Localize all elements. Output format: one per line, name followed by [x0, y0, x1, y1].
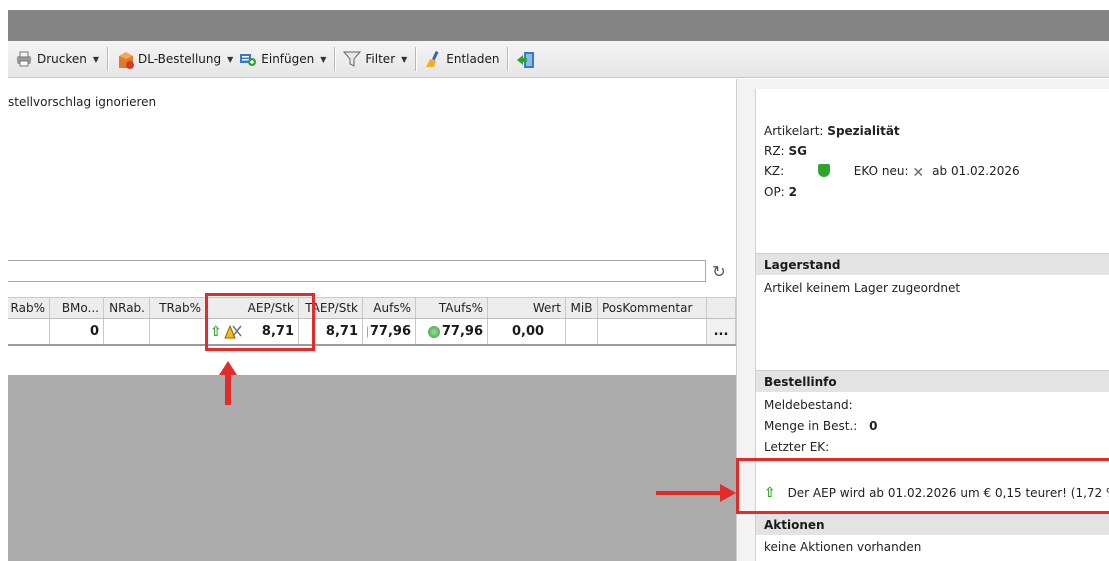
menge-label: Menge in Best.:	[764, 419, 858, 433]
cell-nrab[interactable]	[104, 319, 150, 344]
col-header-trab[interactable]: TRab%	[150, 298, 206, 318]
cell-wert[interactable]: 0,00	[488, 319, 566, 344]
rz-line: RZ: SG	[764, 144, 807, 158]
filter-button[interactable]: Filter ▼	[340, 45, 410, 73]
kz-label: KZ:	[764, 164, 785, 178]
taufs-value: 77,96	[441, 324, 483, 339]
empty-list-area	[8, 375, 736, 561]
dl-order-label: DL-Bestellung	[138, 52, 222, 66]
artikelart-line: Artikelart: Spezialität	[764, 124, 900, 138]
col-header-nrab[interactable]: NRab.	[104, 298, 150, 318]
exit-icon	[516, 50, 535, 68]
eko-label: EKO neu:	[853, 164, 909, 178]
col-header-poskommentar[interactable]: PosKommentar	[598, 298, 707, 318]
insert-label: Einfügen	[261, 52, 315, 66]
toolbar-separator	[415, 47, 417, 71]
col-header-mib[interactable]: MiB	[566, 298, 598, 318]
red-arrow-right-icon	[656, 484, 736, 502]
op-line: OP: 2	[764, 185, 797, 199]
unload-button[interactable]: Entladen	[421, 45, 502, 73]
rz-label: RZ:	[764, 144, 785, 158]
col-header-taufs[interactable]: TAufs%	[416, 298, 488, 318]
toolbar: Drucken ▼ DL-Bestellung ▼ Einfügen ▼ Fil…	[8, 41, 1109, 78]
box-icon	[116, 50, 135, 69]
print-label: Drucken	[37, 52, 87, 66]
insert-icon	[239, 50, 257, 68]
chevron-down-icon[interactable]: ▼	[93, 55, 99, 64]
col-header-rab[interactable]: Rab%	[8, 298, 50, 318]
artikelart-label: Artikelart:	[764, 124, 824, 138]
cell-kommentar[interactable]	[598, 319, 707, 344]
cell-taufs[interactable]: 77,96	[416, 319, 488, 344]
shield-icon	[817, 164, 830, 177]
eko-cross-icon: ✕	[912, 165, 925, 181]
bestellinfo-header: Bestellinfo	[756, 370, 1109, 392]
meldebestand-label: Meldebestand:	[764, 398, 853, 412]
funnel-icon	[343, 50, 362, 68]
window-edge	[0, 0, 8, 561]
chevron-down-icon[interactable]: ▼	[227, 55, 233, 64]
filter-label: Filter	[365, 52, 396, 66]
chevron-down-icon[interactable]: ▼	[320, 55, 326, 64]
chevron-down-icon[interactable]: ▼	[401, 55, 407, 64]
toolbar-separator	[507, 47, 509, 71]
lagerstand-header: Lagerstand	[756, 253, 1109, 275]
ignore-order-proposal-label[interactable]: stellvorschlag ignorieren	[8, 95, 156, 109]
toolbar-separator	[107, 47, 109, 71]
artikelart-value: Spezialität	[827, 124, 900, 138]
col-header-aufs[interactable]: Aufs%	[363, 298, 416, 318]
cell-rab[interactable]	[8, 319, 50, 344]
exit-button[interactable]	[513, 45, 541, 73]
reset-icon[interactable]: ↻	[708, 261, 730, 283]
search-input[interactable]	[8, 260, 706, 282]
toolbar-separator	[334, 47, 336, 71]
col-header-wert[interactable]: Wert	[488, 298, 566, 318]
op-value: 2	[788, 185, 797, 199]
letzter-ek-label: Letzter EK:	[764, 440, 830, 454]
status-ok-icon	[427, 325, 440, 338]
status-ok-icon	[367, 325, 368, 338]
lagerstand-text: Artikel keinem Lager zugeordnet	[764, 281, 961, 295]
cell-aufs[interactable]: 77,96	[363, 319, 416, 344]
menge-line: Menge in Best.: 0	[764, 419, 878, 433]
rz-value: SG	[788, 144, 807, 158]
insert-button[interactable]: Einfügen ▼	[236, 45, 329, 73]
grid-header: Rab% BMo... NRab. TRab% AEP/Stk TAEP/Stk…	[8, 297, 736, 319]
col-header-bmo[interactable]: BMo...	[50, 298, 104, 318]
highlight-box-aep	[205, 293, 315, 351]
aufs-value: 77,96	[369, 324, 411, 339]
highlight-box-price-notice	[736, 458, 1109, 514]
menge-value: 0	[869, 419, 878, 433]
op-label: OP:	[764, 185, 785, 199]
red-arrow-up-icon	[219, 361, 237, 405]
cell-bmo[interactable]: 0	[50, 319, 104, 344]
aktionen-header: Aktionen	[756, 513, 1109, 535]
cell-mib[interactable]	[566, 319, 598, 344]
table-row[interactable]: 0 ⇧ 8,71 8,71 77,96 77,96 0,00 ...	[8, 319, 736, 346]
printer-icon	[15, 50, 33, 68]
dl-order-button[interactable]: DL-Bestellung ▼	[113, 45, 236, 73]
cell-more-button[interactable]: ...	[707, 319, 736, 344]
aktionen-text: keine Aktionen vorhanden	[764, 540, 922, 554]
unload-label: Entladen	[446, 52, 500, 66]
col-header-more[interactable]	[707, 298, 736, 318]
grid-empty-space	[8, 346, 736, 375]
cell-trab[interactable]	[150, 319, 206, 344]
print-button[interactable]: Drucken ▼	[12, 45, 102, 73]
eko-date: ab 01.02.2026	[932, 164, 1020, 178]
kz-line: KZ: EKO neu: ✕ ab 01.02.2026	[764, 164, 1020, 180]
broom-icon	[424, 50, 442, 68]
order-proposal-area: stellvorschlag ignorieren ↻ Rab% BMo... …	[8, 79, 736, 561]
title-bar	[8, 10, 1109, 41]
